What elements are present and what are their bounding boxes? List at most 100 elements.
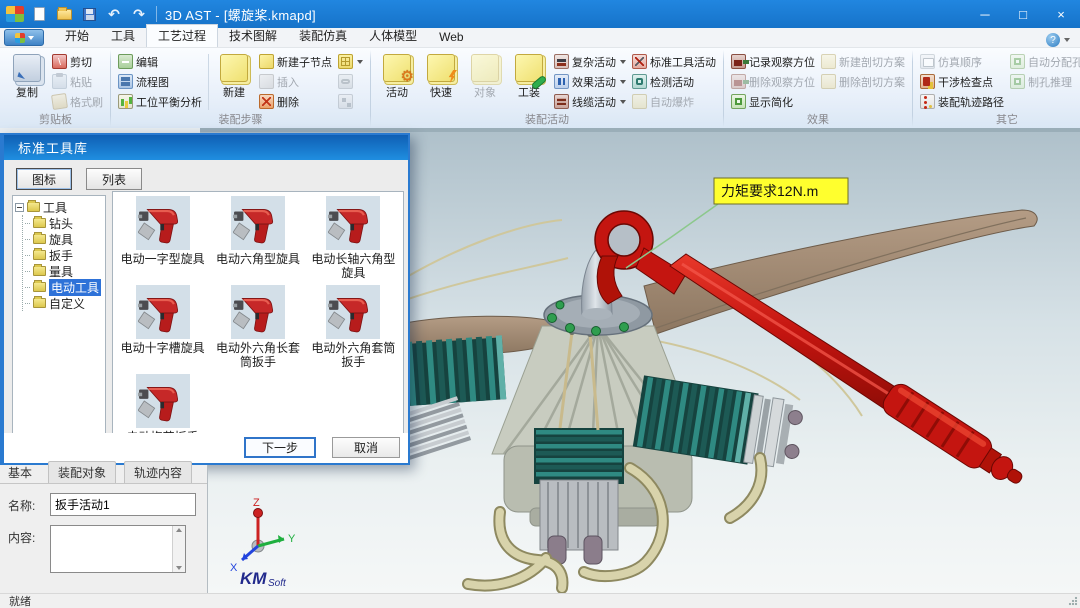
new-section-plan-button[interactable]: 新建剖切方案 xyxy=(819,53,907,70)
layout-grid-button[interactable] xyxy=(336,53,365,70)
tab-tech-illustration[interactable]: 技术图解 xyxy=(218,25,288,47)
link-button[interactable] xyxy=(336,73,365,90)
redo-button[interactable]: ↷ xyxy=(130,6,148,23)
tab-start[interactable]: 开始 xyxy=(54,25,100,47)
tool-item-hex-screwdriver[interactable]: 电动六角型旋具 xyxy=(210,196,305,281)
copy-button[interactable]: 复制 xyxy=(6,51,48,113)
tab-trajectory-content[interactable]: 轨迹内容 xyxy=(124,461,192,483)
complex-activity-button[interactable]: 复杂活动 xyxy=(552,53,628,70)
save-button[interactable] xyxy=(80,6,98,23)
close-button[interactable]: × xyxy=(1042,0,1080,28)
svg-text:KM: KM xyxy=(240,569,267,588)
tree-item-power-tools[interactable]: 电动工具 xyxy=(25,279,103,295)
flowchart-button[interactable]: 流程图 xyxy=(116,73,204,90)
delete-section-plan-button[interactable]: 删除剖切方案 xyxy=(819,73,907,90)
minimize-button[interactable]: ─ xyxy=(966,0,1004,28)
new-file-button[interactable] xyxy=(30,6,48,23)
ribbon-group-assembly-activities: ⚙ 活动 快速 对象 工装 复杂活动 效果活动 线 xyxy=(372,49,722,128)
section-icon xyxy=(821,54,836,69)
tab-tools[interactable]: 工具 xyxy=(100,25,146,47)
tree-item-tools-root[interactable]: 工具 xyxy=(15,199,103,215)
list-view-button[interactable]: 列表 xyxy=(86,168,142,190)
ribbon-group-clipboard: 复制 剪切 粘贴 格式刷 剪贴板 xyxy=(2,49,109,128)
ribbon-group-others: 仿真顺序 干涉检查点 装配轨迹路径 自动分配孔位 制孔推理 其它 xyxy=(914,49,1080,128)
node-tool-button[interactable] xyxy=(336,93,365,110)
new-child-node-button[interactable]: 新建子节点 xyxy=(257,53,334,70)
explode-icon xyxy=(632,94,647,109)
help-icon[interactable]: ? xyxy=(1046,33,1060,47)
tooling-button[interactable]: 工装 xyxy=(508,51,550,113)
name-label: 名称: xyxy=(8,493,50,514)
standard-tool-activity-button[interactable]: 标准工具活动 xyxy=(630,53,718,70)
cable-activity-button[interactable]: 线缆活动 xyxy=(552,93,628,110)
folder-icon xyxy=(33,250,46,260)
maximize-button[interactable]: □ xyxy=(1004,0,1042,28)
tree-collapse-icon[interactable] xyxy=(15,203,24,212)
tree-item-custom[interactable]: 自定义 xyxy=(25,295,103,311)
tab-basic[interactable]: 基本 xyxy=(0,462,40,483)
activity-button[interactable]: ⚙ 活动 xyxy=(376,51,418,113)
record-view-button[interactable]: 记录观察方位 xyxy=(729,53,817,70)
icon-view-button[interactable]: 图标 xyxy=(16,168,72,190)
tree-item-measuring-tools[interactable]: 量具 xyxy=(25,263,103,279)
tool-item-socket-wrench[interactable]: 电动外六角套筒扳手 xyxy=(306,285,401,370)
tab-human-model[interactable]: 人体模型 xyxy=(358,25,428,47)
axis-x-label: X xyxy=(230,562,238,574)
power-screwdriver-icon xyxy=(136,285,190,339)
dialog-title-bar[interactable]: 标准工具库 xyxy=(4,135,408,160)
tree-item-drill-bits[interactable]: 钻头 xyxy=(25,215,103,231)
cylinder-left xyxy=(402,335,506,406)
tab-assembly-objects[interactable]: 装配对象 xyxy=(48,461,116,483)
tree-item-wrenches[interactable]: 扳手 xyxy=(25,247,103,263)
name-input[interactable] xyxy=(50,493,196,516)
undo-icon: ↶ xyxy=(108,7,120,21)
tab-assembly-sim[interactable]: 装配仿真 xyxy=(288,25,358,47)
object-button[interactable]: 对象 xyxy=(464,51,506,113)
tab-process[interactable]: 工艺过程 xyxy=(146,24,218,47)
detect-activity-button[interactable]: 检测活动 xyxy=(630,73,718,90)
tool-item-long-hex-screwdriver[interactable]: 电动长轴六角型旋具 xyxy=(306,196,401,281)
tool-item-long-socket-wrench[interactable]: 电动外六角长套筒扳手 xyxy=(210,285,305,370)
display-simplify-button[interactable]: 显示简化 xyxy=(729,93,817,110)
assembly-trajectory-button[interactable]: 装配轨迹路径 xyxy=(918,93,1006,110)
cancel-button[interactable]: 取消 xyxy=(332,437,400,458)
trajectory-icon xyxy=(920,94,935,109)
interference-check-button[interactable]: 干涉检查点 xyxy=(918,73,1006,90)
delete-button[interactable]: 删除 xyxy=(257,93,334,110)
tool-item-phillips-screwdriver[interactable]: 电动十字槽旋具 xyxy=(115,285,210,370)
delete-view-button[interactable]: 删除观察方位 xyxy=(729,73,817,90)
tool-item-flat-screwdriver[interactable]: 电动一字型旋具 xyxy=(115,196,210,281)
new-step-button[interactable]: 新建 xyxy=(213,51,255,113)
effect-activity-button[interactable]: 效果活动 xyxy=(552,73,628,90)
auto-explode-button[interactable]: 自动爆炸 xyxy=(630,93,718,110)
chevron-down-icon[interactable] xyxy=(1064,38,1070,42)
power-screwdriver-icon xyxy=(136,196,190,250)
paste-button[interactable]: 粘贴 xyxy=(50,73,105,90)
insert-button[interactable]: 插入 xyxy=(257,73,334,90)
resize-grip[interactable] xyxy=(1068,596,1078,606)
station-balance-button[interactable]: 工位平衡分析 xyxy=(116,93,204,110)
format-painter-button[interactable]: 格式刷 xyxy=(50,93,105,110)
tab-web[interactable]: Web xyxy=(428,28,474,47)
open-file-button[interactable] xyxy=(55,6,73,23)
textarea-scrollbar[interactable] xyxy=(172,526,185,572)
quick-activity-button[interactable]: 快速 xyxy=(420,51,462,113)
content-textarea[interactable] xyxy=(50,525,186,573)
ribbon: 复制 剪切 粘贴 格式刷 剪贴板 编辑 流程图 工位平衡分析 xyxy=(0,48,1080,128)
chevron-down-icon xyxy=(620,60,626,64)
app-menu-icon xyxy=(15,33,25,43)
app-menu-button[interactable] xyxy=(4,29,44,46)
scroll-down-icon[interactable] xyxy=(176,566,182,570)
next-step-button[interactable]: 下一步 xyxy=(244,437,316,458)
group-label-assembly-steps: 装配步骤 xyxy=(112,113,369,128)
hole-inference-button[interactable]: 制孔推理 xyxy=(1008,73,1080,90)
svg-text:Soft: Soft xyxy=(268,578,287,589)
auto-hole-button[interactable]: 自动分配孔位 xyxy=(1008,53,1080,70)
cut-button[interactable]: 剪切 xyxy=(50,53,105,70)
undo-button[interactable]: ↶ xyxy=(105,6,123,23)
edit-button[interactable]: 编辑 xyxy=(116,53,204,70)
scroll-up-icon[interactable] xyxy=(176,528,182,532)
tree-item-screwdrivers[interactable]: 旋具 xyxy=(25,231,103,247)
sim-order-button[interactable]: 仿真顺序 xyxy=(918,53,1006,70)
power-wrench-icon xyxy=(326,285,380,339)
